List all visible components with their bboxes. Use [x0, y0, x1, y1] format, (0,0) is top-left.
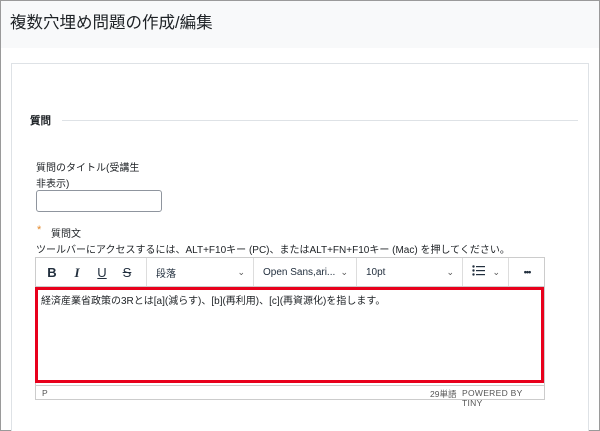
bullet-list-icon	[472, 265, 485, 279]
question-text-label: 質問文	[51, 229, 81, 240]
font-size-value: 10pt	[366, 266, 386, 278]
more-button[interactable]: •••	[508, 258, 544, 286]
section-legend: 質問	[30, 115, 51, 127]
word-count[interactable]: 29単語	[430, 388, 456, 400]
page-header: 複数穴埋め問題の作成/編集	[1, 1, 599, 48]
chevron-down-icon: ⌄	[237, 266, 245, 277]
chevron-down-icon: ⌄	[340, 266, 348, 277]
editor-statusbar: P 29単語 POWERED BY TINY	[36, 385, 544, 408]
element-path[interactable]: P	[42, 388, 48, 398]
font-size-select[interactable]: 10pt ⌄	[356, 258, 462, 286]
editor-toolbar: B I U S 段落 ⌄ Open Sans,ari... ⌄ 10pt ⌄ ⌄…	[36, 258, 544, 287]
question-title-label-line2: 非表示)	[36, 179, 70, 190]
bullet-list-button[interactable]: ⌄	[462, 258, 508, 286]
block-format-select[interactable]: 段落 ⌄	[146, 258, 253, 286]
question-title-label-line1: 質問のタイトル(受講生	[36, 163, 140, 174]
tiny-branding-link[interactable]: POWERED BY TINY	[462, 388, 544, 408]
strikethrough-button[interactable]: S	[117, 262, 137, 283]
page-title: 複数穴埋め問題の作成/編集	[10, 14, 213, 32]
underline-button[interactable]: U	[92, 262, 112, 283]
legend-divider	[62, 120, 578, 121]
highlight-box	[35, 287, 544, 383]
font-family-value: Open Sans,ari...	[263, 266, 336, 278]
more-horizontal-icon: •••	[523, 267, 532, 277]
italic-button[interactable]: I	[67, 262, 87, 283]
bold-button[interactable]: B	[42, 262, 62, 283]
chevron-down-icon: ⌄	[446, 266, 454, 277]
block-format-value: 段落	[156, 268, 176, 280]
required-marker: *	[37, 224, 42, 236]
question-title-input[interactable]	[36, 190, 162, 212]
chevron-down-icon: ⌄	[492, 266, 500, 277]
font-family-select[interactable]: Open Sans,ari... ⌄	[253, 258, 356, 286]
toolbar-help-text: ツールバーにアクセスするには、ALT+F10キー (PC)、またはALT+FN+…	[36, 245, 510, 256]
